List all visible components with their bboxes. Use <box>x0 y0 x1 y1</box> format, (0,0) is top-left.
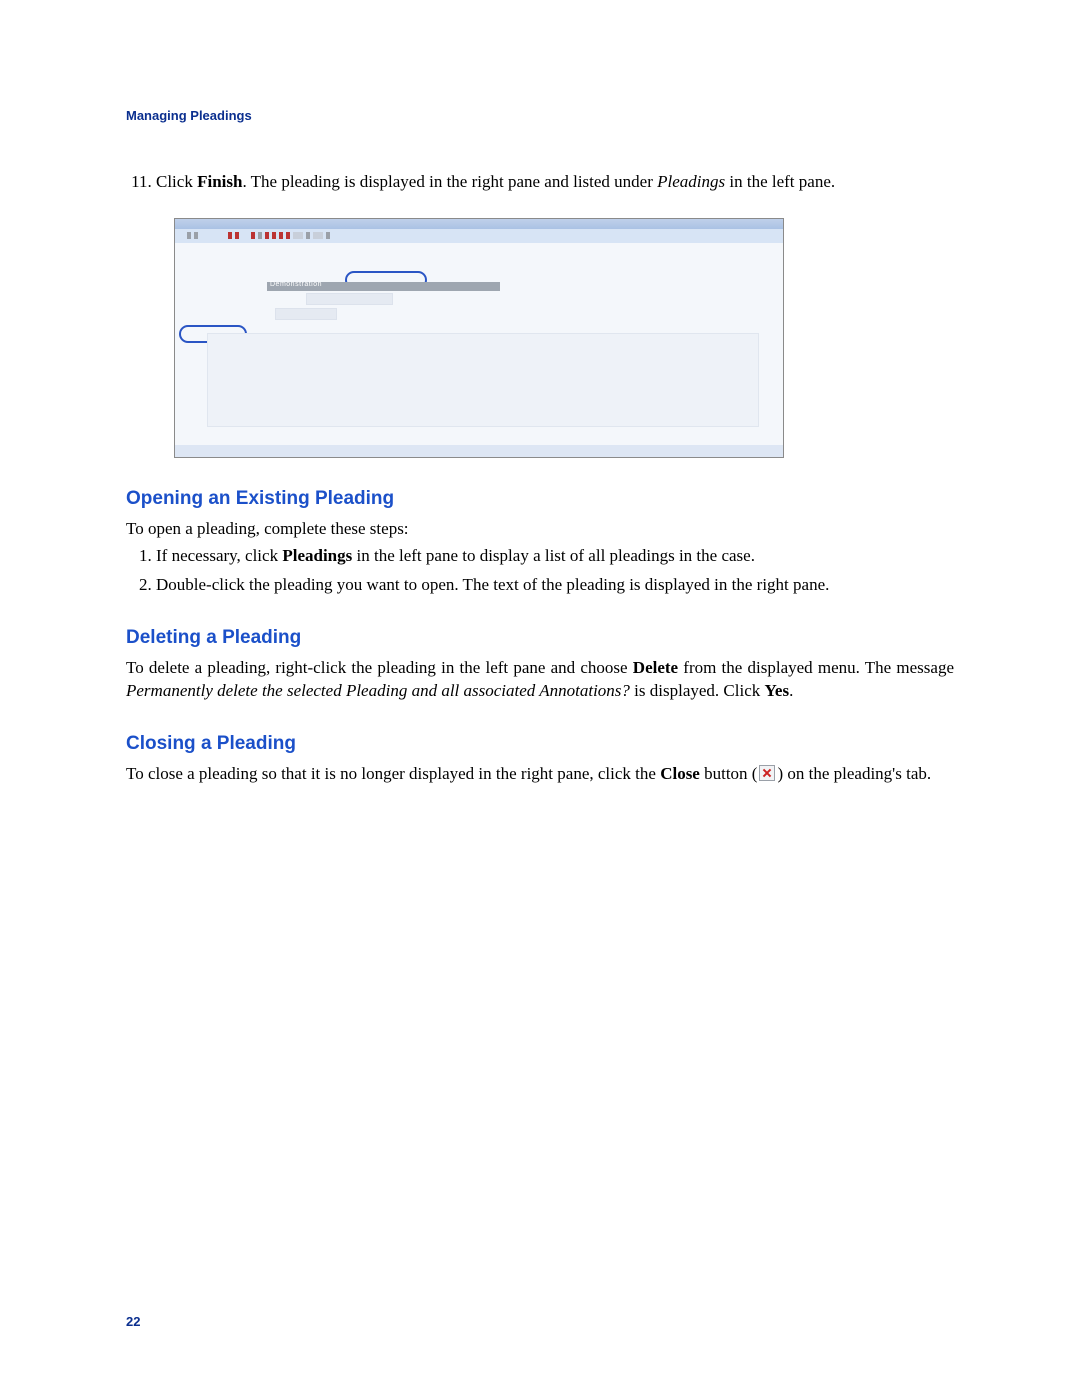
figure-small-box <box>306 293 393 305</box>
opening-steps: If necessary, click Pleadings in the lef… <box>126 545 954 597</box>
closing-text-3: ) on the pleading's tab. <box>777 764 931 783</box>
toolbar-icon <box>326 232 330 239</box>
toolbar-icon <box>286 232 290 239</box>
figure-small-box <box>275 308 337 320</box>
opening-intro: To open a pleading, complete these steps… <box>126 518 954 541</box>
toolbar-icon <box>265 232 269 239</box>
toolbar-icon <box>251 232 255 239</box>
deleting-text-1: To delete a pleading, right-click the pl… <box>126 658 633 677</box>
figure-gray-bar-label: Demonstration <box>270 281 322 288</box>
screenshot-figure: Demonstration <box>174 218 784 458</box>
toolbar-icon <box>258 232 262 239</box>
figure-gray-bar: Demonstration <box>267 282 500 291</box>
document-page: Managing Pleadings Click Finish. The ple… <box>0 0 1080 1397</box>
figure-content-box <box>207 333 759 427</box>
numbered-step-list: Click Finish. The pleading is displayed … <box>126 171 954 194</box>
closing-bold-1: Close <box>660 764 700 783</box>
toolbar-icon <box>194 232 198 239</box>
toolbar-icon <box>187 232 191 239</box>
deleting-paragraph: To delete a pleading, right-click the pl… <box>126 657 954 703</box>
toolbar-icon <box>272 232 276 239</box>
toolbar-icon <box>279 232 283 239</box>
chapter-header: Managing Pleadings <box>126 108 954 123</box>
deleting-text-2: from the displayed menu. The message <box>678 658 954 677</box>
heading-closing: Closing a Pleading <box>126 733 954 755</box>
step-11-text-2: . The pleading is displayed in the right… <box>242 172 657 191</box>
figure-toolbar <box>175 229 783 243</box>
toolbar-icon <box>306 232 310 239</box>
page-number: 22 <box>126 1314 140 1329</box>
step-11-text-3: in the left pane. <box>725 172 835 191</box>
opening-step-1-bold: Pleadings <box>282 546 352 565</box>
figure-body: Demonstration <box>175 243 783 458</box>
deleting-bold-1: Delete <box>633 658 678 677</box>
closing-paragraph: To close a pleading so that it is no lon… <box>126 763 954 786</box>
deleting-bold-2: Yes <box>765 681 790 700</box>
opening-step-1: If necessary, click Pleadings in the lef… <box>156 545 954 568</box>
deleting-text-4: . <box>789 681 793 700</box>
figure-titlebar <box>175 219 783 229</box>
step-11: Click Finish. The pleading is displayed … <box>156 171 954 194</box>
step-11-pleadings-italic: Pleadings <box>657 172 725 191</box>
toolbar-icon <box>313 232 323 239</box>
close-icon <box>759 765 775 781</box>
opening-step-1-prefix: If necessary, click <box>156 546 282 565</box>
closing-text-1: To close a pleading so that it is no lon… <box>126 764 660 783</box>
closing-text-2: button ( <box>700 764 758 783</box>
figure-status-bar <box>175 445 783 458</box>
heading-opening: Opening an Existing Pleading <box>126 488 954 510</box>
opening-step-2: Double-click the pleading you want to op… <box>156 574 954 597</box>
deleting-text-3: is displayed. Click <box>630 681 765 700</box>
opening-step-1-suffix: in the left pane to display a list of al… <box>352 546 755 565</box>
step-11-text-1: Click <box>156 172 197 191</box>
step-11-finish-bold: Finish <box>197 172 242 191</box>
toolbar-icon <box>228 232 232 239</box>
toolbar-icon <box>235 232 239 239</box>
deleting-italic: Permanently delete the selected Pleading… <box>126 681 630 700</box>
toolbar-icon <box>293 232 303 239</box>
heading-deleting: Deleting a Pleading <box>126 627 954 649</box>
